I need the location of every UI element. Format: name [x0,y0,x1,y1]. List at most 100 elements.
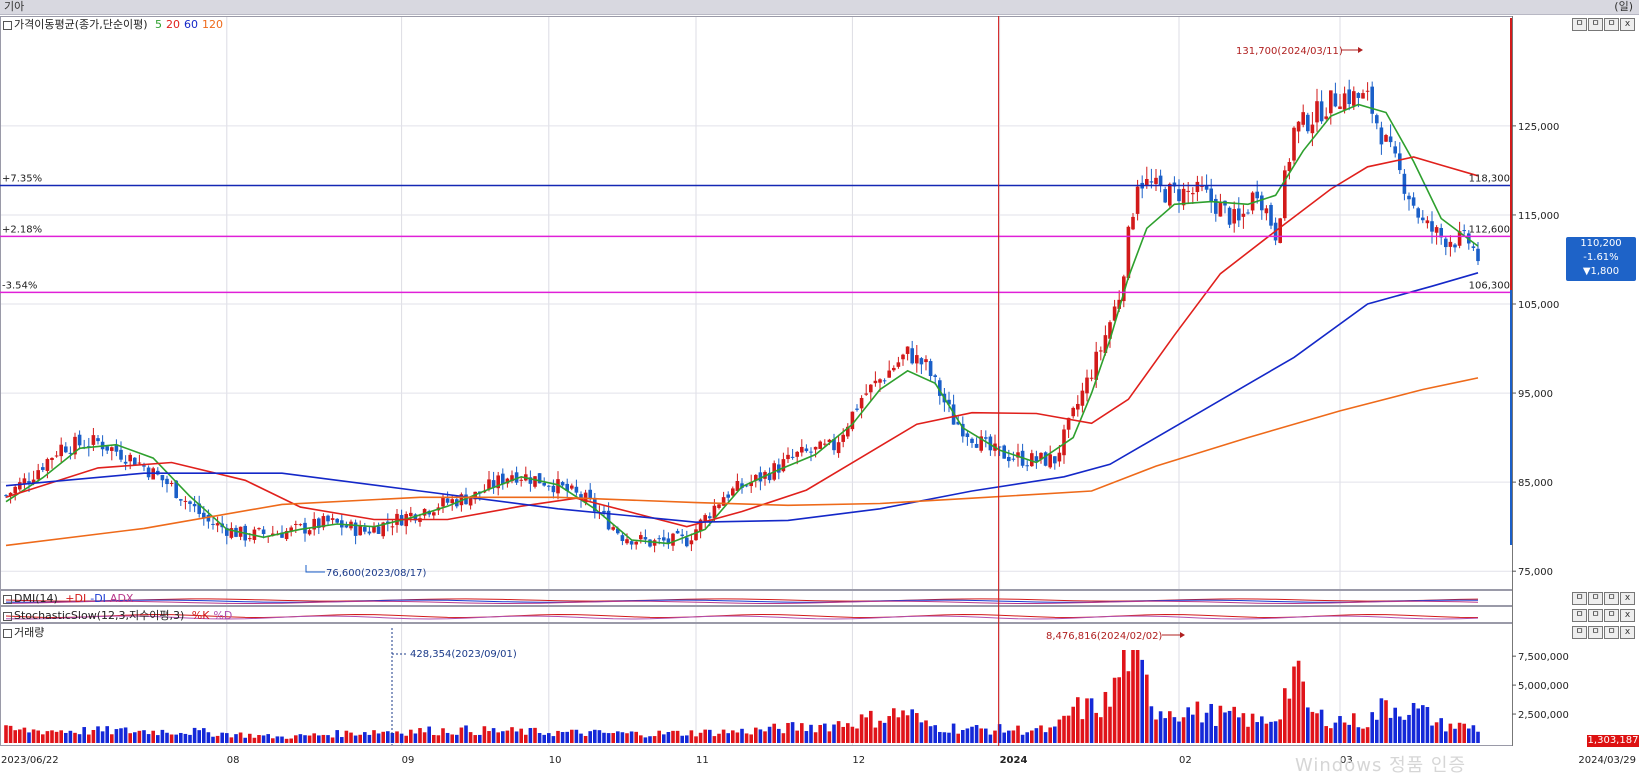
legend-toggle-icon[interactable] [3,20,12,30]
candle-body [50,457,54,460]
volume-bar [413,733,418,743]
x-axis-label: 08 [227,755,240,766]
close-icon[interactable]: x [1620,626,1635,639]
candle-body [855,408,859,410]
close-icon[interactable]: x [1620,609,1635,622]
volume-bar [1034,728,1039,743]
volume-bar [754,727,758,743]
restore-icon[interactable]: ㅁ [1572,626,1587,639]
volume-high-annotation: 8,476,816(2024/02/02) [1046,631,1162,642]
candle-body [1232,209,1236,224]
window-icon[interactable]: ㅁ [1604,18,1619,31]
volume-bar [1223,712,1227,743]
volume-bar [280,736,284,743]
volume-bar [547,733,551,743]
candle-body [1384,135,1388,142]
volume-bar [1444,731,1448,743]
candle-body [1154,177,1158,184]
volume-bar [726,733,730,743]
legend-toggle-icon[interactable] [3,628,12,638]
close-icon[interactable]: x [1620,18,1635,31]
restore-icon[interactable]: ㅁ [1572,18,1587,31]
volume-bar [441,728,445,743]
volume-panel-buttons: ㅁㅁㅁx [1572,626,1635,639]
price-tick-label: 95,000 [1518,389,1553,400]
candle-body [110,447,114,451]
volume-bar [855,728,859,743]
volume-bar [565,731,569,743]
volume-bar [41,734,45,743]
candle-body [1126,226,1131,279]
candle-body [675,530,680,534]
x-axis-label: 12 [852,755,865,766]
candle-body [1292,127,1296,161]
maximize-icon[interactable]: ㅁ [1588,609,1603,622]
volume-bar [1287,698,1292,743]
candle-body [146,467,151,478]
volume-bar [1471,725,1476,743]
volume-bar [133,732,137,743]
candle-body [1177,189,1181,202]
restore-icon[interactable]: ㅁ [1572,609,1587,622]
volume-bar [956,733,960,743]
candle-body [123,461,128,464]
maximize-icon[interactable]: ㅁ [1588,18,1603,31]
volume-bar [1043,732,1048,743]
candle-body [64,446,68,453]
candle-body [4,495,8,497]
candle-body [179,499,183,501]
candle-body [142,465,146,467]
candle-body [1195,181,1200,193]
candle-body [662,537,666,541]
volume-bar [1467,728,1471,743]
candle-body [915,355,919,364]
volume-bar [809,724,813,743]
volume-bar [675,730,680,743]
volume-bar [266,734,270,743]
maximize-icon[interactable]: ㅁ [1588,592,1603,605]
price-high-annotation: 131,700(2024/03/11) [1236,46,1343,57]
window-icon[interactable]: ㅁ [1604,626,1619,639]
volume-bar [818,724,822,743]
candle-body [804,448,809,452]
maximize-icon[interactable]: ㅁ [1588,626,1603,639]
candle-body [432,512,436,516]
candle-body [257,528,261,530]
volume-bar [68,730,73,743]
dmi-legend-name: DMI(14) [14,592,58,605]
candle-body [1255,191,1259,199]
window-icon[interactable]: ㅁ [1604,609,1619,622]
candle-body [1296,121,1301,132]
volume-bar [464,725,468,743]
close-icon[interactable]: x [1620,592,1635,605]
volume-bar [606,733,611,743]
candle-body [450,499,454,504]
volume-bar [1214,725,1218,743]
candle-body [905,346,910,354]
legend-toggle-icon[interactable] [3,611,12,621]
candlestick-series [4,79,1480,553]
candle-body [1333,93,1338,107]
volume-bar [4,725,8,743]
legend-toggle-icon[interactable] [3,594,12,604]
volume-bar [827,731,832,743]
volume-bar [344,730,349,743]
chart-canvas[interactable]: +7.35% 118,300+2.18% 112,600-3.54% 106,300 … [0,0,1639,774]
restore-icon[interactable]: ㅁ [1572,592,1587,605]
volume-bar [823,723,827,743]
volume-bar [1145,674,1149,743]
volume-bar [179,732,183,743]
candle-body [717,504,721,508]
candle-body [685,537,689,547]
volume-bar [1154,719,1158,743]
volume-bar [777,728,781,743]
volume-bar [188,734,192,743]
candle-body [1089,377,1094,379]
volume-bar [18,729,22,743]
candle-body [1398,153,1402,171]
volume-bar [1227,710,1232,743]
volume-bar [137,730,142,743]
window-icon[interactable]: ㅁ [1604,592,1619,605]
volume-bar [386,731,390,743]
candle-body [441,496,445,507]
